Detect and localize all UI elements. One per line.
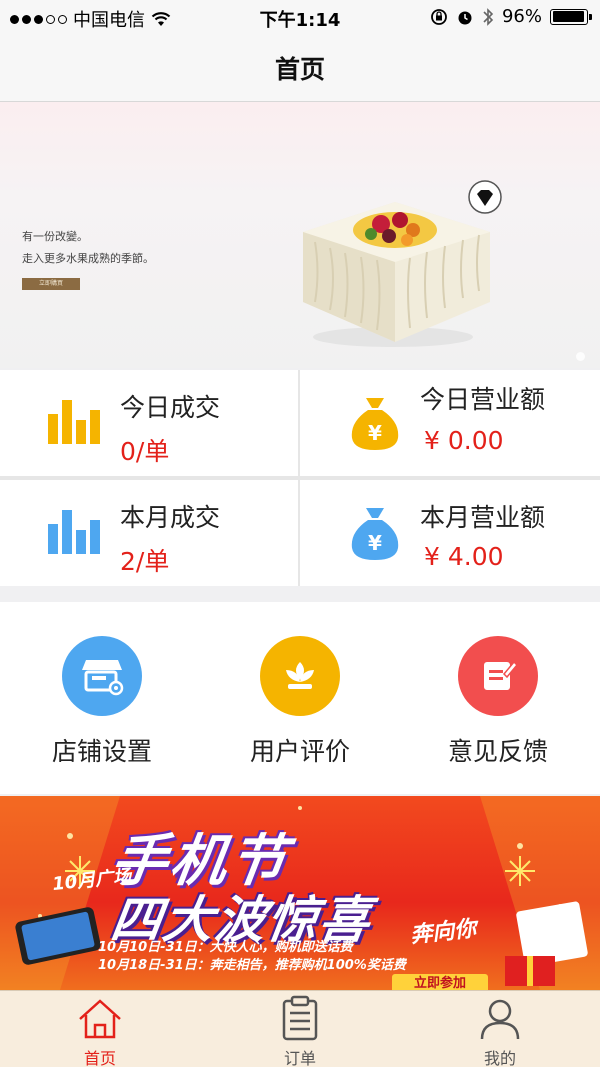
stat-label: 本月营业额	[420, 503, 546, 532]
banner-text: 有一份改變。 走入更多水果成熟的季節。	[22, 226, 154, 270]
tab-label: 首页	[83, 1049, 116, 1067]
banner-line-2: 走入更多水果成熟的季節。	[22, 252, 154, 265]
order-list-icon	[282, 995, 318, 1041]
carousel-indicator[interactable]	[576, 352, 585, 361]
money-bag-icon: ¥	[351, 398, 399, 450]
bar-chart-icon	[48, 400, 100, 444]
user-reviews-button[interactable]: 用户评价	[200, 602, 400, 794]
nav-bar: 首页	[0, 34, 600, 102]
stat-value: 0/单	[120, 437, 170, 466]
action-label: 用户评价	[249, 737, 350, 766]
page-title: 首页	[274, 54, 325, 84]
promo-tagline: 奔向你	[409, 916, 478, 949]
tab-orders[interactable]: 订单	[200, 991, 400, 1067]
shop-settings-icon	[62, 636, 142, 716]
battery-fill	[552, 11, 585, 22]
rotation-lock-icon	[431, 8, 447, 25]
stats-grid: 今日成交 0/单 ¥ 今日营业额 ¥ 0.00 本月成交 2/单 ¥ 本月营业额…	[0, 370, 600, 586]
tab-label: 订单	[283, 1049, 316, 1067]
quick-actions: 店铺设置 用户评价 意见反馈	[0, 602, 600, 794]
status-right: 96%	[430, 6, 592, 27]
stat-label: 本月成交	[120, 503, 221, 532]
alarm-icon	[458, 11, 472, 24]
stat-month-orders[interactable]: 本月成交 2/单	[0, 480, 298, 586]
action-label: 意见反馈	[447, 737, 548, 766]
stat-value: ¥ 0.00	[424, 426, 504, 455]
stat-today-orders[interactable]: 今日成交 0/单	[0, 370, 298, 476]
bluetooth-icon	[483, 7, 494, 26]
battery-percent: 96%	[501, 6, 542, 27]
money-bag-icon: ¥	[351, 508, 399, 560]
tab-profile[interactable]: 我的	[400, 991, 600, 1067]
feedback-icon	[458, 636, 538, 716]
flower-icon	[260, 636, 340, 716]
promo-join-button[interactable]: 立即参加	[392, 974, 488, 990]
banner-carousel[interactable]: 有一份改變。 走入更多水果成熟的季節。 立即購買	[0, 102, 600, 368]
stat-value: 2/单	[120, 547, 170, 576]
svg-text:¥: ¥	[368, 421, 382, 445]
stat-label: 今日营业额	[420, 385, 546, 414]
status-bar: 中国电信 下午1:14 96%	[0, 0, 600, 34]
home-icon	[79, 999, 121, 1039]
user-icon	[480, 999, 520, 1040]
promo-banner[interactable]: 手机节 10月广场 四大波惊喜 奔向你 10月10日-31日：大快人心，购机即送…	[0, 796, 600, 990]
banner-line-1: 有一份改變。	[22, 230, 88, 243]
bar-chart-icon	[48, 510, 100, 554]
promo-line-1: 10月10日-31日：大快人心，购机即送话费	[98, 940, 353, 955]
cake-image	[303, 180, 502, 347]
tab-bar: 首页 订单 我的	[0, 990, 600, 1067]
stat-label: 今日成交	[120, 393, 221, 422]
battery-icon	[550, 8, 592, 25]
stat-month-revenue[interactable]: ¥ 本月营业额 ¥ 4.00	[300, 480, 600, 586]
shop-settings-button[interactable]: 店铺设置	[2, 602, 202, 794]
feedback-button[interactable]: 意见反馈	[398, 602, 598, 794]
tab-home[interactable]: 首页	[0, 991, 200, 1067]
tab-label: 我的	[483, 1049, 516, 1067]
banner-buy-button[interactable]: 立即購買	[22, 278, 80, 290]
action-label: 店铺设置	[51, 737, 152, 766]
promo-line-2: 10月18日-31日：奔走相告，推荐购机100%奖话费	[98, 958, 406, 973]
svg-text:¥: ¥	[368, 531, 382, 555]
stat-today-revenue[interactable]: ¥ 今日营业额 ¥ 0.00	[300, 370, 600, 476]
stat-value: ¥ 4.00	[424, 542, 504, 571]
